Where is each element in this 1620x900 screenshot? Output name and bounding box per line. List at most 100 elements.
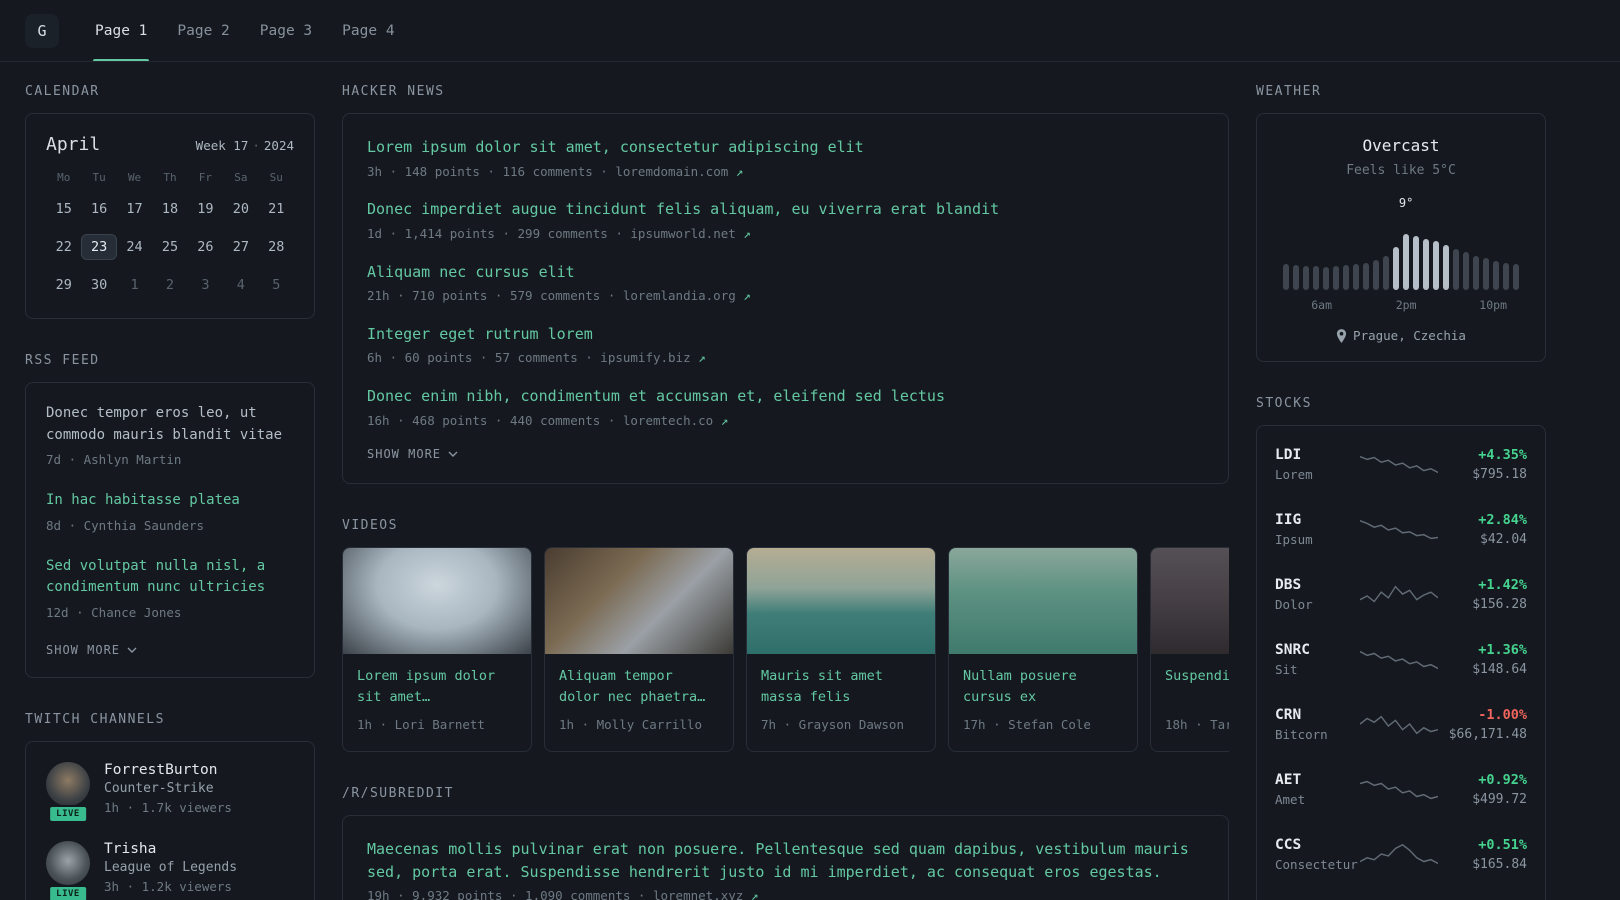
stock-row[interactable]: AHS+0.46% — [1275, 887, 1527, 900]
hackernews-item-domain[interactable]: ipsumify.biz — [600, 350, 690, 365]
hackernews-item-title[interactable]: Donec enim nibh, condimentum et accumsan… — [367, 385, 1204, 408]
video-card[interactable]: Aliquam tempor dolor nec phaetra… 1h · Mo… — [544, 547, 734, 752]
calendar-day[interactable]: 3 — [188, 272, 223, 298]
calendar-day[interactable]: 28 — [259, 234, 294, 260]
twitch-section-title: TWITCH CHANNELS — [25, 711, 165, 727]
stock-row[interactable]: CCS Consectetur +0.51% $165.84 — [1275, 822, 1527, 887]
chevron-down-icon — [448, 451, 458, 458]
stock-row[interactable]: LDI Lorem +4.35% $795.18 — [1275, 432, 1527, 497]
rss-section-title: RSS FEED — [25, 353, 100, 368]
calendar-day[interactable]: 29 — [46, 272, 81, 298]
stock-row[interactable]: DBS Dolor +1.42% $156.28 — [1275, 562, 1527, 627]
calendar-day[interactable]: 23 — [81, 234, 117, 260]
video-card[interactable]: Suspendisse diam 18h · Tara — [1150, 547, 1229, 752]
video-card[interactable]: Nullam posuere cursus ex 17h · Stefan Col… — [948, 547, 1138, 752]
stock-price: $66,171.48 — [1448, 727, 1527, 742]
calendar-day[interactable]: 20 — [223, 196, 258, 222]
calendar-day[interactable]: 21 — [259, 196, 294, 222]
calendar-widget: CALENDAR April Week 17 · 2024 Mo Tu We Th Fr Sa… — [25, 84, 315, 319]
video-card[interactable]: Lorem ipsum dolor sit amet consectetu… 1h… — [342, 547, 532, 752]
hackernews-item-domain[interactable]: ipsumworld.net — [630, 226, 735, 241]
stock-row[interactable]: AET Amet +0.92% $499.72 — [1275, 757, 1527, 822]
video-card[interactable]: Mauris sit amet massa felis 7h · Grayson … — [746, 547, 936, 752]
calendar-day[interactable]: 27 — [223, 234, 258, 260]
stock-name: Bitcorn — [1275, 727, 1328, 742]
stock-change: +1.36% — [1478, 642, 1527, 658]
weather-hour-bar — [1383, 256, 1389, 290]
tab-page-1[interactable]: Page 1 — [93, 0, 150, 61]
calendar-day[interactable]: 5 — [259, 272, 294, 298]
calendar-week-year: Week 17 · 2024 — [196, 138, 294, 153]
rss-item-title[interactable]: Sed volutpat nulla nisl, a condimentum n… — [46, 556, 294, 599]
app-logo[interactable]: G — [25, 13, 59, 48]
stock-row[interactable]: SNRC Sit +1.36% $148.64 — [1275, 627, 1527, 692]
stock-row[interactable]: CRN Bitcorn -1.00% $66,171.48 — [1275, 692, 1527, 757]
rss-item-meta: 7d · Ashlyn Martin — [46, 452, 182, 468]
calendar-day[interactable]: 19 — [188, 196, 223, 222]
calendar-day[interactable]: 25 — [152, 234, 187, 260]
weather-time-label: 10pm — [1479, 298, 1508, 312]
calendar-day[interactable]: 2 — [152, 272, 187, 298]
middle-column: HACKER NEWS Lorem ipsum dolor sit amet, … — [342, 84, 1229, 900]
channel-name[interactable]: ForrestBurton — [104, 762, 232, 778]
subreddit-item-title[interactable]: Maecenas mollis pulvinar erat non posuer… — [367, 838, 1204, 883]
hackernews-item-meta: 16h · 468 points · 440 comments · loremt… — [367, 412, 729, 428]
tab-page-4[interactable]: Page 4 — [340, 0, 396, 61]
calendar-day[interactable]: 30 — [81, 272, 116, 298]
video-meta: 1h · Molly Carrillo — [559, 717, 702, 733]
calendar-day[interactable]: 26 — [188, 234, 223, 260]
stock-price: $795.18 — [1472, 467, 1527, 482]
twitch-card: LIVE ForrestBurton Counter-Strike 1h · 1.7k… — [25, 740, 315, 900]
channel-game[interactable]: Counter-Strike — [104, 781, 232, 796]
calendar-day[interactable]: 17 — [117, 196, 152, 222]
twitch-channel-row[interactable]: LIVE ForrestBurton Counter-Strike 1h · 1.7k… — [46, 761, 294, 824]
video-thumbnail — [949, 548, 1137, 655]
video-card-body: Aliquam tempor dolor nec phaetra… 1h · Mo… — [545, 654, 733, 751]
weather-widget: WEATHER Overcast Feels like 5°C 9° 6am 2p… — [1256, 84, 1546, 362]
hackernews-item-title[interactable]: Integer eget rutrum lorem — [367, 323, 1204, 346]
calendar-day[interactable]: 1 — [117, 272, 152, 298]
video-title[interactable]: Aliquam tempor dolor nec phaetra… — [559, 666, 719, 708]
weather-location[interactable]: Prague, Czechia — [1273, 328, 1529, 343]
video-title[interactable]: Lorem ipsum dolor sit amet consectetu… — [357, 666, 517, 708]
tab-page-2[interactable]: Page 2 — [175, 0, 231, 61]
subreddit-widget: /R/SUBREDDIT Maecenas mollis pulvinar er… — [342, 786, 1229, 900]
calendar-day[interactable]: 22 — [46, 234, 81, 260]
weather-hourly-chart: 9° — [1273, 196, 1529, 290]
calendar-day[interactable]: 16 — [81, 196, 116, 222]
rss-item-title[interactable]: Donec tempor eros leo, ut commodo mauris… — [46, 403, 294, 446]
hackernews-item-domain[interactable]: loremlandia.org — [623, 288, 736, 303]
calendar-day[interactable]: 18 — [152, 196, 187, 222]
calendar-day[interactable]: 4 — [223, 272, 258, 298]
hackernews-item-domain[interactable]: loremtech.co — [623, 413, 713, 428]
hackernews-item-domain[interactable]: loremdomain.com — [615, 164, 728, 179]
calendar-day[interactable]: 24 — [117, 234, 152, 260]
video-title[interactable]: Suspendisse diam — [1165, 666, 1229, 708]
subreddit-item-domain[interactable]: loremnet.xyz — [653, 888, 743, 900]
stock-info: CCS Consectetur — [1275, 837, 1359, 872]
hackernews-item-title[interactable]: Lorem ipsum dolor sit amet, consectetur … — [367, 136, 1204, 159]
stock-sparkline — [1360, 455, 1438, 473]
hackernews-item-title[interactable]: Aliquam nec cursus elit — [367, 261, 1204, 284]
twitch-channel-row[interactable]: LIVE Trisha League of Legends 3h · 1.2k vie… — [46, 841, 294, 900]
hackernews-item: Aliquam nec cursus elit 21h · 710 points … — [367, 261, 1204, 306]
weather-section-title: WEATHER — [1256, 84, 1322, 99]
hackernews-item-meta: 6h · 60 points · 57 comments · ipsumify.… — [367, 350, 706, 366]
stocks-section-title: STOCKS — [1256, 396, 1312, 411]
video-title[interactable]: Mauris sit amet massa felis — [761, 666, 921, 708]
weather-hour-bar — [1343, 265, 1349, 290]
weather-hour-bar — [1463, 252, 1469, 290]
rss-show-more-button[interactable]: SHOW MORE — [46, 643, 294, 657]
hackernews-show-more-button[interactable]: SHOW MORE — [367, 447, 1204, 461]
video-card-body: Mauris sit amet massa felis 7h · Grayson … — [747, 654, 935, 751]
video-title[interactable]: Nullam posuere cursus ex — [963, 666, 1123, 708]
rss-item-title[interactable]: In hac habitasse platea — [46, 490, 294, 512]
stock-name: Lorem — [1275, 467, 1313, 482]
calendar-day[interactable]: 15 — [46, 196, 81, 222]
channel-game[interactable]: League of Legends — [104, 860, 237, 875]
channel-name[interactable]: Trisha — [104, 841, 237, 857]
tab-page-3[interactable]: Page 3 — [258, 0, 314, 61]
hackernews-item-title[interactable]: Donec imperdiet augue tincidunt felis al… — [367, 198, 1204, 221]
stock-row[interactable]: IIG Ipsum +2.84% $42.04 — [1275, 497, 1527, 562]
weather-time-label: 6am — [1311, 298, 1333, 312]
